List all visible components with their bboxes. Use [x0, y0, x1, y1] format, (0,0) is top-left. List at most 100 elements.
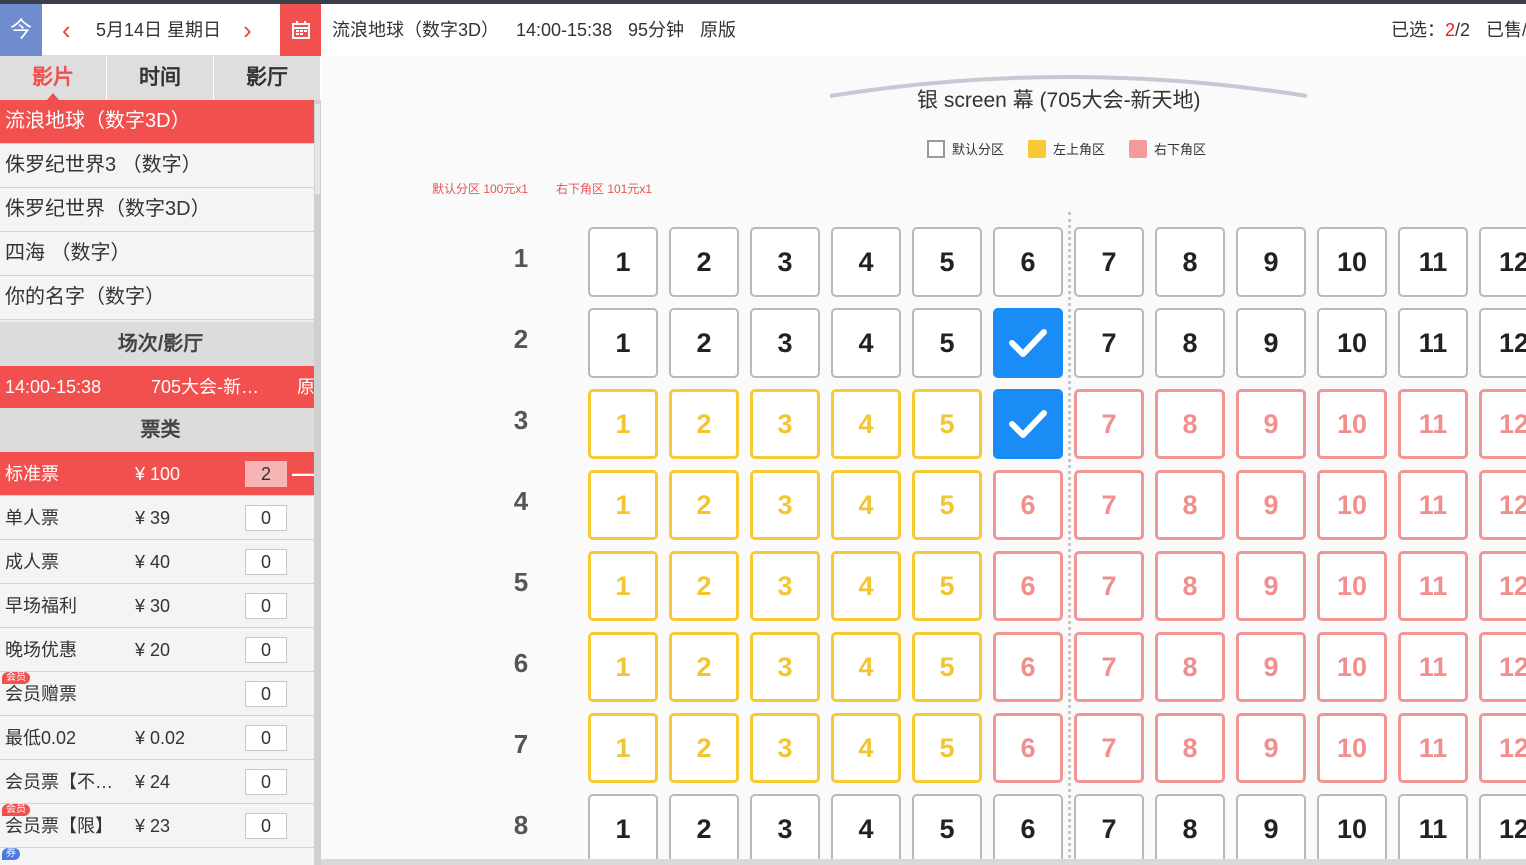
seat[interactable]: 7	[1074, 227, 1144, 297]
ticket-qty-input[interactable]: 0	[245, 593, 287, 619]
seat[interactable]: 2	[669, 632, 739, 702]
seat[interactable]: 12	[1479, 308, 1526, 378]
ticket-row[interactable]: 早场福利 ¥ 30 0	[0, 584, 316, 628]
today-button[interactable]: 今	[0, 4, 42, 56]
seat[interactable]: 3	[750, 551, 820, 621]
seat[interactable]: 6	[993, 227, 1063, 297]
seat[interactable]: 7	[1074, 389, 1144, 459]
ticket-row[interactable]: 标准票 ¥ 100 2 —	[0, 452, 316, 496]
seat[interactable]: 8	[1155, 551, 1225, 621]
seat[interactable]: 8	[1155, 227, 1225, 297]
ticket-row[interactable]: 单人票 ¥ 39 0	[0, 496, 316, 540]
seat[interactable]: 5	[912, 389, 982, 459]
seat[interactable]: 4	[831, 389, 901, 459]
seat[interactable]: 8	[1155, 389, 1225, 459]
seat[interactable]: 12	[1479, 227, 1526, 297]
seat[interactable]: 2	[669, 551, 739, 621]
tab-movie[interactable]: 影片	[0, 56, 107, 100]
seat[interactable]: 5	[912, 713, 982, 783]
calendar-icon[interactable]	[280, 4, 321, 56]
seat[interactable]: 6	[993, 470, 1063, 540]
seat[interactable]: 10	[1317, 713, 1387, 783]
seat[interactable]: 4	[831, 713, 901, 783]
left-scrollbar-thumb[interactable]	[315, 104, 320, 194]
ticket-qty-input[interactable]: 0	[245, 637, 287, 663]
seat[interactable]: 5	[912, 794, 982, 864]
seat[interactable]: 11	[1398, 227, 1468, 297]
seat[interactable]: 7	[1074, 794, 1144, 864]
seat[interactable]: 7	[1074, 551, 1144, 621]
movie-item[interactable]: 侏罗纪世界（数字3D）	[0, 188, 316, 232]
seat[interactable]: 9	[1236, 227, 1306, 297]
seat[interactable]: 10	[1317, 389, 1387, 459]
seat-selected[interactable]	[993, 389, 1063, 459]
seat[interactable]: 9	[1236, 389, 1306, 459]
seat[interactable]: 6	[993, 632, 1063, 702]
seat[interactable]: 7	[1074, 308, 1144, 378]
ticket-qty-input[interactable]: 0	[245, 813, 287, 839]
movie-item[interactable]: 你的名字（数字）	[0, 276, 316, 320]
seat[interactable]: 9	[1236, 794, 1306, 864]
seat[interactable]: 4	[831, 227, 901, 297]
seat[interactable]: 4	[831, 308, 901, 378]
seat[interactable]: 11	[1398, 551, 1468, 621]
seat[interactable]: 11	[1398, 470, 1468, 540]
seat[interactable]: 1	[588, 713, 658, 783]
ticket-row[interactable]: 会员票【不… ¥ 24 0	[0, 760, 316, 804]
seat[interactable]: 5	[912, 632, 982, 702]
seat[interactable]: 5	[912, 470, 982, 540]
seat-selected[interactable]	[993, 308, 1063, 378]
seat[interactable]: 3	[750, 470, 820, 540]
seat[interactable]: 2	[669, 713, 739, 783]
seat[interactable]: 10	[1317, 632, 1387, 702]
seat[interactable]: 10	[1317, 551, 1387, 621]
ticket-qty-input[interactable]: 0	[245, 549, 287, 575]
ticket-qty-input[interactable]: 0	[245, 769, 287, 795]
left-scrollbar[interactable]	[314, 100, 321, 865]
seat[interactable]: 7	[1074, 713, 1144, 783]
ticket-qty-input[interactable]: 0	[245, 505, 287, 531]
movie-item[interactable]: 侏罗纪世界3 （数字）	[0, 144, 316, 188]
seat[interactable]: 8	[1155, 632, 1225, 702]
seat[interactable]: 7	[1074, 470, 1144, 540]
seat[interactable]: 11	[1398, 389, 1468, 459]
seat[interactable]: 12	[1479, 551, 1526, 621]
seat[interactable]: 10	[1317, 794, 1387, 864]
next-day-icon[interactable]: ›	[243, 4, 252, 56]
ticket-row[interactable]: 会员 会员票【限】 ¥ 23 0	[0, 804, 316, 848]
seat[interactable]: 7	[1074, 632, 1144, 702]
seat[interactable]: 3	[750, 227, 820, 297]
movie-item[interactable]: 四海 （数字）	[0, 232, 316, 276]
seat[interactable]: 1	[588, 551, 658, 621]
seat[interactable]: 8	[1155, 470, 1225, 540]
seat[interactable]: 1	[588, 632, 658, 702]
seat[interactable]: 1	[588, 389, 658, 459]
seat[interactable]: 4	[831, 470, 901, 540]
seat[interactable]: 3	[750, 308, 820, 378]
seat[interactable]: 4	[831, 551, 901, 621]
seat[interactable]: 12	[1479, 389, 1526, 459]
seat[interactable]: 6	[993, 551, 1063, 621]
movie-item[interactable]: 流浪地球（数字3D）	[0, 100, 316, 144]
seat[interactable]: 12	[1479, 470, 1526, 540]
seat[interactable]: 2	[669, 308, 739, 378]
seat[interactable]: 5	[912, 551, 982, 621]
seat[interactable]: 12	[1479, 632, 1526, 702]
seat[interactable]: 8	[1155, 713, 1225, 783]
ticket-qty-input[interactable]: 2	[245, 461, 287, 487]
seat[interactable]: 5	[912, 227, 982, 297]
ticket-row[interactable]: 券	[0, 848, 316, 865]
prev-day-icon[interactable]: ‹	[62, 4, 71, 56]
seat[interactable]: 1	[588, 794, 658, 864]
seat[interactable]: 9	[1236, 632, 1306, 702]
seat[interactable]: 12	[1479, 713, 1526, 783]
seat[interactable]: 10	[1317, 227, 1387, 297]
ticket-row[interactable]: 最低0.02 ¥ 0.02 0	[0, 716, 316, 760]
seat[interactable]: 3	[750, 713, 820, 783]
seat[interactable]: 2	[669, 389, 739, 459]
showtime-item[interactable]: 14:00-15:38 705大会-新… 原	[0, 366, 321, 408]
seat[interactable]: 5	[912, 308, 982, 378]
ticket-row[interactable]: 成人票 ¥ 40 0	[0, 540, 316, 584]
seat[interactable]: 6	[993, 794, 1063, 864]
seat[interactable]: 4	[831, 632, 901, 702]
